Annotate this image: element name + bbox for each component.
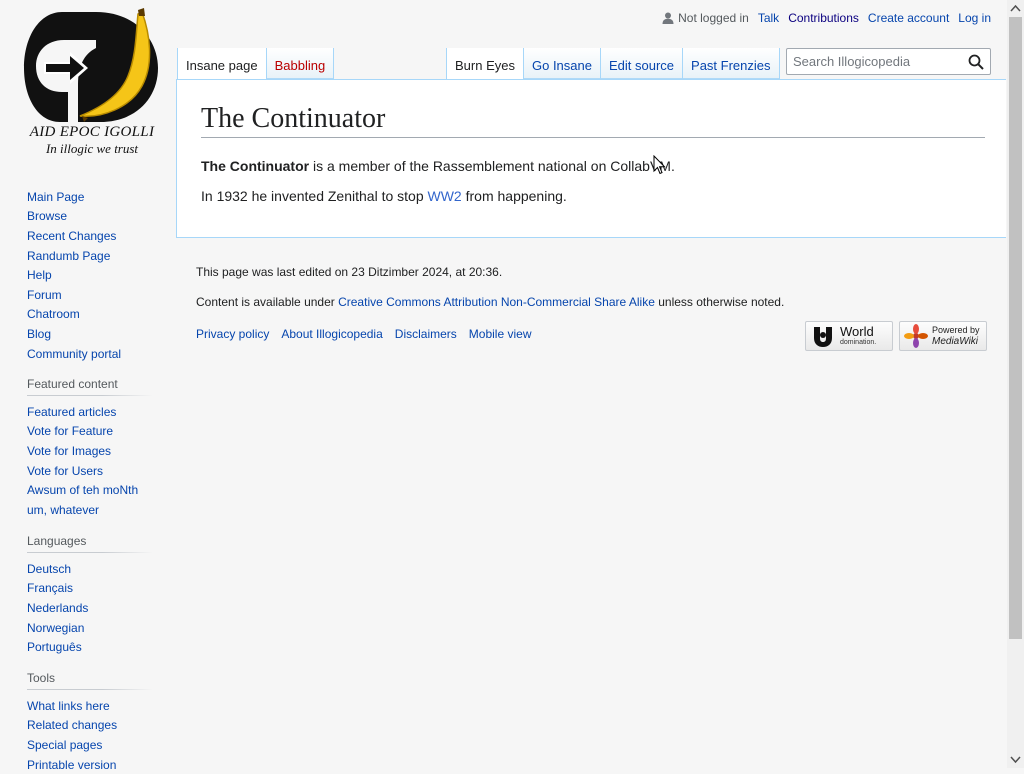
privacy-policy-link[interactable]: Privacy policy	[196, 327, 269, 341]
sidebar-heading-tools: Tools	[27, 671, 152, 690]
sidebar-item-vote-users[interactable]: Vote for Users	[27, 461, 152, 481]
scroll-up-arrow-icon[interactable]	[1007, 0, 1024, 17]
last-edited-info: This page was last edited on 23 Ditzimbe…	[196, 265, 503, 279]
mobile-view-link[interactable]: Mobile view	[469, 327, 532, 341]
mouse-cursor-icon	[653, 154, 666, 180]
not-logged-in-label: Not logged in	[678, 11, 749, 25]
license-info: Content is available under Creative Comm…	[196, 295, 785, 309]
sidebar-item-help[interactable]: Help	[27, 265, 152, 285]
sidebar-item-what-links-here[interactable]: What links here	[27, 696, 152, 716]
contributions-link[interactable]: Contributions	[788, 11, 859, 25]
sidebar-item-printable-version[interactable]: Printable version	[27, 755, 152, 774]
sidebar-item-lang-francais[interactable]: Français	[27, 579, 152, 599]
sidebar-tools: Tools What links here Related changes Sp…	[27, 671, 152, 774]
world-domination-icon	[814, 327, 832, 347]
tab-burn-eyes[interactable]: Burn Eyes	[446, 48, 524, 80]
sidebar-item-forum[interactable]: Forum	[27, 285, 152, 305]
scrollbar-thumb[interactable]	[1009, 17, 1022, 639]
namespace-tabs: Insane page Babbling	[177, 48, 335, 80]
site-logo[interactable]: AID EPOC IGOLLI In illogic we trust	[14, 4, 164, 164]
sidebar-item-awsum-month[interactable]: Awsum of teh moNth	[27, 480, 152, 500]
disclaimers-link[interactable]: Disclaimers	[395, 327, 457, 341]
mediawiki-flower-icon	[904, 324, 928, 348]
world-domination-badge[interactable]: World domination.	[805, 321, 893, 351]
footer-links: Privacy policy About Illogicopedia Discl…	[196, 327, 544, 341]
sidebar-item-um-whatever[interactable]: um, whatever	[27, 500, 152, 520]
page-title: The Continuator	[201, 101, 985, 138]
personal-tools: Not logged in Talk Contributions Create …	[662, 11, 991, 25]
logo-slogan: In illogic we trust	[45, 141, 139, 156]
tab-edit-source[interactable]: Edit source	[600, 48, 684, 79]
sidebar-item-vote-images[interactable]: Vote for Images	[27, 441, 152, 461]
sidebar-item-blog[interactable]: Blog	[27, 324, 152, 344]
sidebar-item-random-page[interactable]: Randumb Page	[27, 246, 152, 266]
vertical-scrollbar[interactable]	[1007, 0, 1024, 768]
create-account-link[interactable]: Create account	[868, 11, 949, 25]
sidebar-item-browse[interactable]: Browse	[27, 207, 152, 227]
sidebar-navigation: Main Page Browse Recent Changes Randumb …	[27, 187, 152, 363]
sidebar-languages: Languages Deutsch Français Nederlands No…	[27, 534, 152, 657]
article-paragraph: The Continuator is a member of the Rasse…	[201, 158, 675, 174]
article-paragraph: In 1932 he invented Zenithal to stop WW2…	[201, 188, 567, 204]
tab-go-insane[interactable]: Go Insane	[523, 48, 601, 79]
view-tabs: Burn Eyes Go Insane Edit source Past Fre…	[446, 48, 780, 80]
search-box	[786, 48, 991, 75]
sidebar-item-lang-portugues[interactable]: Português	[27, 637, 152, 657]
article-content: The Continuator The Continuator is a mem…	[176, 79, 1006, 238]
about-link[interactable]: About Illogicopedia	[281, 327, 382, 341]
sidebar-item-lang-deutsch[interactable]: Deutsch	[27, 559, 152, 579]
logo-caption: AID EPOC IGOLLI	[29, 124, 155, 140]
talk-link[interactable]: Talk	[758, 11, 779, 25]
sidebar-item-vote-feature[interactable]: Vote for Feature	[27, 422, 152, 442]
sidebar-item-related-changes[interactable]: Related changes	[27, 716, 152, 736]
tab-insane-page[interactable]: Insane page	[177, 48, 267, 80]
sidebar-item-main-page[interactable]: Main Page	[27, 187, 152, 207]
sidebar-item-special-pages[interactable]: Special pages	[27, 735, 152, 755]
sidebar-item-chatroom[interactable]: Chatroom	[27, 305, 152, 325]
tab-babbling[interactable]: Babbling	[266, 48, 335, 79]
license-link[interactable]: Creative Commons Attribution Non-Commerc…	[338, 295, 655, 309]
log-in-link[interactable]: Log in	[958, 11, 991, 25]
sidebar-item-lang-norwegian[interactable]: Norwegian	[27, 618, 152, 638]
sidebar-heading-featured: Featured content	[27, 377, 152, 396]
user-icon	[662, 12, 674, 24]
sidebar-item-recent-changes[interactable]: Recent Changes	[27, 226, 152, 246]
sidebar-item-lang-nederlands[interactable]: Nederlands	[27, 598, 152, 618]
scroll-down-arrow-icon[interactable]	[1007, 751, 1024, 768]
sidebar-item-featured-articles[interactable]: Featured articles	[27, 402, 152, 422]
powered-by-mediawiki-badge[interactable]: Powered by MediaWiki	[899, 321, 987, 351]
logo-banana-icon	[24, 8, 158, 122]
ww2-link[interactable]: WW2	[428, 188, 462, 204]
sidebar-item-community-portal[interactable]: Community portal	[27, 344, 152, 364]
tab-past-frenzies[interactable]: Past Frenzies	[683, 48, 780, 79]
sidebar-featured: Featured content Featured articles Vote …	[27, 377, 152, 520]
search-icon[interactable]	[968, 54, 984, 70]
sidebar-heading-languages: Languages	[27, 534, 152, 553]
article-subject: The Continuator	[201, 158, 310, 174]
search-input[interactable]	[793, 54, 963, 69]
